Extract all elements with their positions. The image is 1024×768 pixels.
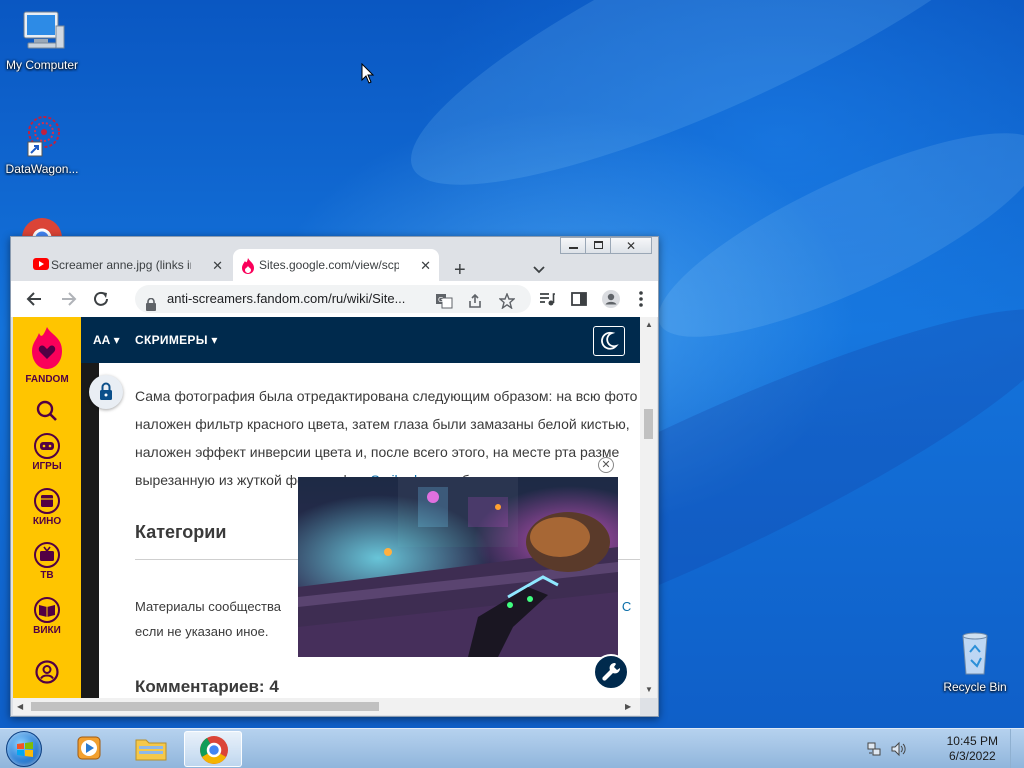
url-text: anti-screamers.fandom.com/ru/wiki/Site..… [167,291,406,306]
profile-avatar-icon[interactable] [601,289,621,309]
scroll-left-arrow-icon[interactable]: ◀ [17,702,23,711]
tab-close-icon[interactable]: ✕ [420,258,431,274]
computer-icon [18,8,66,56]
share-icon[interactable] [467,291,483,319]
desktop-icon-datawagon[interactable]: DataWagon... [0,112,84,176]
article-line: Сама фотография была отредактирована сле… [135,388,638,404]
mouse-cursor [361,62,375,85]
rail-search[interactable] [13,399,81,426]
address-bar[interactable]: anti-screamers.fandom.com/ru/wiki/Site..… [135,285,531,313]
media-control-icon[interactable] [537,289,557,309]
kebab-menu-icon[interactable] [631,289,651,309]
tab-search-chevron-icon[interactable] [531,261,547,277]
moon-icon [601,331,619,350]
vertical-scrollbar[interactable]: ▲ ▼ [640,317,657,698]
forward-arrow-icon[interactable] [58,289,78,309]
wiki-logo[interactable]: АА ▾ [93,333,120,347]
user-account-icon [35,660,59,684]
tab-screamer-anne[interactable]: Screamer anne.jpg (links in ✕ [25,249,231,281]
volume-icon[interactable] [890,741,906,757]
padlock-icon [100,382,112,400]
horizontal-scroll-thumb[interactable] [31,702,379,711]
side-panel-icon[interactable] [569,289,589,309]
wiki-menu-label: СКРИМЕРЫ [135,333,208,347]
scroll-right-arrow-icon[interactable]: ▶ [625,702,631,711]
new-tab-button[interactable]: + [454,260,466,280]
media-player-icon [77,736,101,760]
system-clock[interactable]: 10:45 PM 6/3/2022 [947,734,998,764]
tab-sites-google[interactable]: Sites.google.com/view/scp ✕ [233,249,439,281]
video-close-button[interactable]: ✕ [598,457,614,473]
rail-item-games[interactable]: ИГРЫ [13,433,81,472]
wiki-header: АА ▾ СКРИМЕРЫ ▾ [81,317,640,363]
tab-close-icon[interactable]: ✕ [212,258,223,274]
scroll-up-arrow-icon[interactable]: ▲ [645,320,653,329]
floating-video-player[interactable] [298,477,618,657]
show-desktop-button[interactable] [1010,729,1024,768]
bookmark-star-icon[interactable] [498,291,516,319]
browser-toolbar: anti-screamers.fandom.com/ru/wiki/Site..… [11,281,658,317]
svg-text:G: G [438,296,443,304]
fandom-flame-icon [241,258,257,274]
tv-icon [34,542,60,568]
rail-item-movies[interactable]: КИНО [13,488,81,527]
video-frame [298,477,618,657]
vertical-scroll-thumb[interactable] [644,409,653,439]
start-button[interactable] [6,731,42,767]
fandom-brand-text: FANDOM [25,374,69,385]
datawagon-icon [18,112,66,160]
tab-title: Screamer anne.jpg (links in [51,258,191,272]
tab-strip: Screamer anne.jpg (links in ✕ Sites.goog… [11,245,658,281]
windows-logo-icon [16,741,34,759]
categories-heading: Категории [135,522,227,542]
desktop-icon-recycle-bin[interactable]: Recycle Bin [933,630,1017,694]
comments-heading: Комментариев: 4 [135,677,279,696]
desktop-icon-label: DataWagon... [5,162,79,176]
rail-label: ВИКИ [33,625,61,636]
tab-title: Sites.google.com/view/scp [259,258,399,272]
rail-account[interactable] [13,659,81,688]
desktop-icon-my-computer[interactable]: My Computer [0,8,84,72]
book-icon [34,597,60,623]
article-line: наложен фильтр красного цвета, затем гла… [135,416,630,432]
taskbar-file-explorer[interactable] [122,731,180,767]
fandom-heart-icon [32,327,62,369]
article-line: наложен эффект инверсии цвета и, после в… [135,444,620,460]
folder-icon [135,739,167,761]
desktop-icon-label: Recycle Bin [943,680,1007,694]
chrome-icon [200,736,228,764]
film-icon [34,488,60,514]
rail-label: ИГРЫ [32,461,62,472]
rail-label: КИНО [32,516,62,527]
protected-page-badge[interactable] [89,375,123,409]
search-icon [36,400,57,421]
wiki-menu-screamers[interactable]: СКРИМЕРЫ ▾ [135,333,218,347]
clock-date: 6/3/2022 [948,749,996,763]
scroll-down-arrow-icon[interactable]: ▼ [645,685,653,694]
wrench-icon [602,662,621,681]
back-arrow-icon[interactable] [25,289,45,309]
youtube-icon [33,258,49,272]
desktop-icon-label: My Computer [5,58,79,72]
taskbar: 10:45 PM 6/3/2022 [0,728,1024,768]
fandom-global-nav: FANDOM ИГРЫ КИНО ТВ ВИКИ [13,317,81,698]
clock-time: 10:45 PM [946,734,998,748]
recycle-bin-icon [951,630,999,678]
translate-icon[interactable]: G [435,291,453,319]
rail-item-wikis[interactable]: ВИКИ [13,597,81,636]
wiki-logo-text: АА [93,333,111,347]
rail-label: ТВ [40,570,54,581]
gamepad-icon [34,433,60,459]
rail-item-tv[interactable]: ТВ [13,542,81,581]
reload-icon[interactable] [91,289,111,309]
network-icon[interactable] [866,741,882,757]
taskbar-chrome[interactable] [184,731,242,767]
taskbar-media-player[interactable] [61,731,119,767]
dark-mode-toggle[interactable] [593,326,625,356]
license-text: Материалы сообщества [135,599,281,614]
horizontal-scrollbar[interactable]: ◀ ▶ [13,698,640,715]
fandom-logo[interactable]: FANDOM [13,325,81,385]
wiki-tools-button[interactable] [593,654,629,690]
